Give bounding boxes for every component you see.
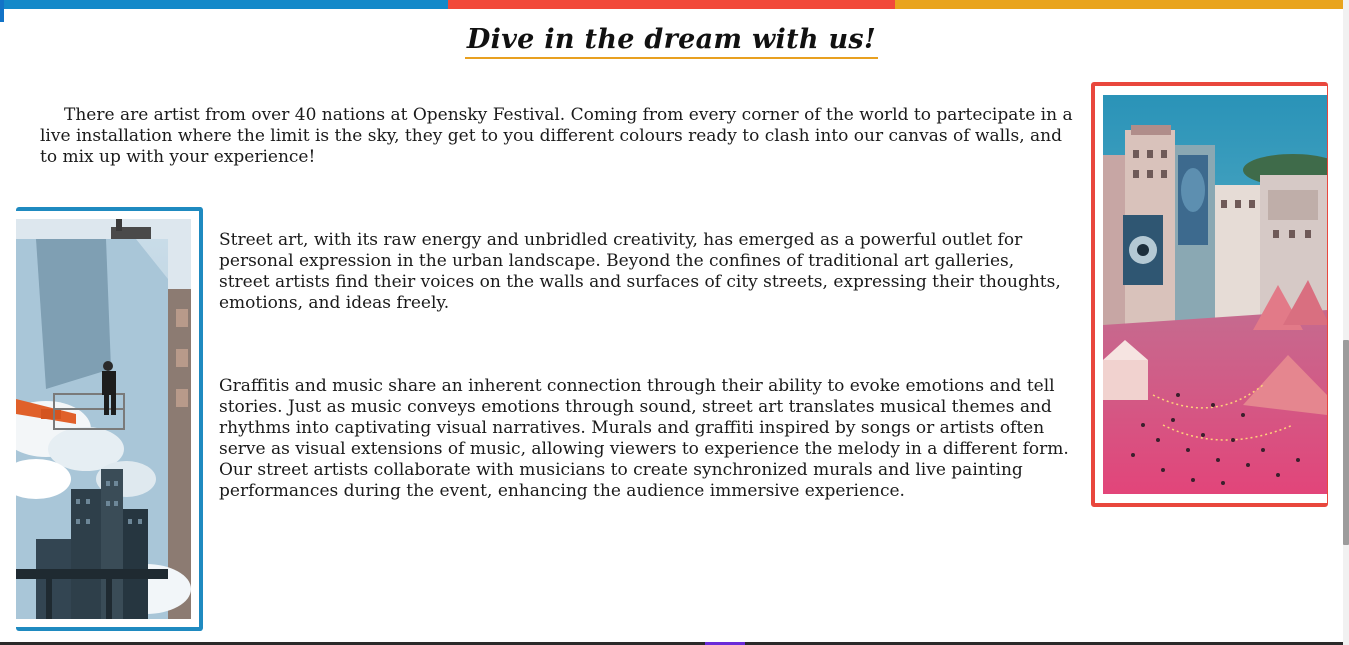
section-title: Dive in the dream with us!: [464, 24, 879, 59]
left-edge-marker: [0, 0, 4, 22]
section-heading: Dive in the dream with us!: [0, 24, 1343, 59]
mural-photo: [16, 219, 191, 619]
top-bar-segment-blue: [0, 0, 448, 9]
intro-paragraph: There are artist from over 40 nations at…: [40, 105, 1073, 167]
top-color-bar: [0, 0, 1344, 9]
page: Dive in the dream with us! There are art…: [0, 0, 1349, 645]
top-bar-segment-red: [447, 0, 896, 9]
festival-photo: [1103, 95, 1327, 494]
street-art-paragraph: Street art, with its raw energy and unbr…: [219, 230, 1061, 313]
scrollbar-thumb[interactable]: [1343, 340, 1349, 545]
mural-illustration: [16, 219, 191, 619]
graffiti-music-paragraph: Graffitis and music share an inherent co…: [219, 376, 1069, 501]
festival-illustration: [1103, 95, 1327, 494]
top-bar-segment-yellow: [895, 0, 1344, 9]
page-scrollbar[interactable]: [1343, 0, 1349, 645]
